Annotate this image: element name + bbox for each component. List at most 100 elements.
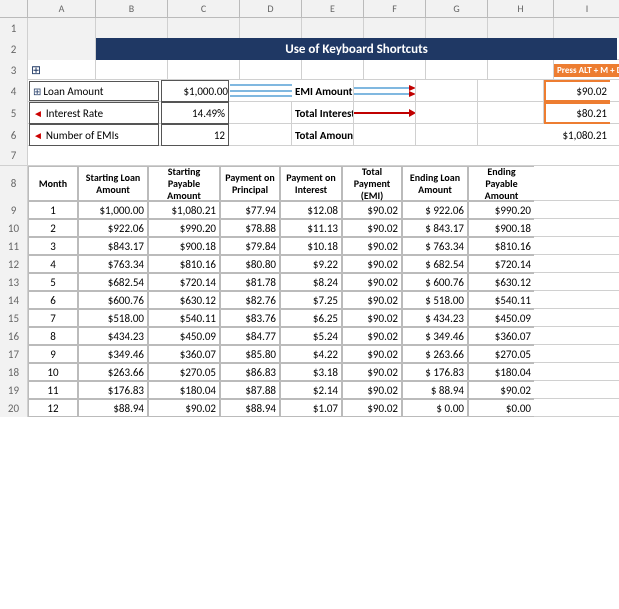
row-num-4: 4 xyxy=(0,80,28,102)
table-row-9: 9 1 $1,000.00 $1,080.21 $77.94 $12.08 $9… xyxy=(0,201,619,219)
cell-e3 xyxy=(302,60,364,80)
row-num-2: 2 xyxy=(0,38,28,60)
cell-pp-12: $80.80 xyxy=(220,255,280,273)
cell-month-9: 1 xyxy=(28,201,78,219)
loan-amount-value-cell[interactable]: $1,000.00 xyxy=(161,80,229,102)
cell-pi-14: $7.25 xyxy=(280,291,342,309)
row-num-7: 7 xyxy=(0,146,28,165)
cell-epa-9: $990.20 xyxy=(468,201,534,219)
cell-ela-19: $ 88.94 xyxy=(402,381,468,399)
cell-sla-19: $176.83 xyxy=(78,381,148,399)
cell-g3 xyxy=(426,60,488,80)
cell-spa-13: $720.14 xyxy=(148,273,220,291)
cell-h5 xyxy=(478,102,544,124)
cell-ela-11: $ 763.34 xyxy=(402,237,468,255)
cell-h3 xyxy=(488,60,554,80)
cell-month-18: 10 xyxy=(28,363,78,381)
cell-i1 xyxy=(554,18,619,38)
interest-rate-label-cell: ◄ Interest Rate xyxy=(29,102,159,124)
total-amount-label: Total Amount Payable xyxy=(292,124,354,146)
cell-month-17: 9 xyxy=(28,345,78,363)
cell-sla-17: $349.46 xyxy=(78,345,148,363)
cell-epa-12: $720.14 xyxy=(468,255,534,273)
arrow-icon-2: ◄ xyxy=(33,129,43,142)
cell-temi-18: $90.02 xyxy=(342,363,402,381)
row-num-17: 17 xyxy=(0,345,28,363)
total-interest-label: Total Interest xyxy=(292,102,354,124)
table-row-10: 10 2 $922.06 $990.20 $78.88 $11.13 $90.0… xyxy=(0,219,619,237)
cell-a3: ⊞ xyxy=(28,60,96,80)
cell-ela-16: $ 349.46 xyxy=(402,327,468,345)
cell-d3 xyxy=(240,60,302,80)
cell-pp-20: $88.94 xyxy=(220,399,280,417)
cell-spa-15: $540.11 xyxy=(148,309,220,327)
cell-b1 xyxy=(96,18,168,38)
cell-temi-19: $90.02 xyxy=(342,381,402,399)
cell-temi-20: $90.02 xyxy=(342,399,402,417)
cell-spa-11: $900.18 xyxy=(148,237,220,255)
cell-spa-16: $450.09 xyxy=(148,327,220,345)
cell-ela-10: $ 843.17 xyxy=(402,219,468,237)
cell-temi-14: $90.02 xyxy=(342,291,402,309)
th-starting-loan-amount: Starting Loan Amount xyxy=(78,166,148,201)
th-ending-payable-amount: Ending Payable Amount xyxy=(468,166,534,201)
cell-h1 xyxy=(488,18,554,38)
col-header-f: F xyxy=(364,0,426,17)
num-emis-value-cell[interactable]: 12 xyxy=(161,124,229,146)
cell-temi-15: $90.02 xyxy=(342,309,402,327)
cell-month-19: 11 xyxy=(28,381,78,399)
loan-amount-label-cell: ⊞ Loan Amount xyxy=(29,81,159,101)
cell-ela-9: $ 922.06 xyxy=(402,201,468,219)
cell-pp-14: $82.76 xyxy=(220,291,280,309)
total-interest-value-cell[interactable]: $80.21 xyxy=(544,102,610,124)
cell-g6 xyxy=(416,124,478,146)
row-num-14: 14 xyxy=(0,291,28,309)
cell-g4 xyxy=(416,80,478,102)
cell-temi-17: $90.02 xyxy=(342,345,402,363)
cell-d4 xyxy=(230,80,292,102)
table-row-16: 16 8 $434.23 $450.09 $84.77 $5.24 $90.02… xyxy=(0,327,619,345)
col-header-i: I xyxy=(554,0,619,17)
row-8-header: 8 Month Starting Loan Amount Starting Pa… xyxy=(0,166,619,201)
cell-spa-19: $180.04 xyxy=(148,381,220,399)
emi-amount-value-cell[interactable]: $90.02 xyxy=(544,80,610,102)
alt-badge: Press ALT + M + D xyxy=(554,64,619,77)
arrow-icon-1: ◄ xyxy=(33,107,43,120)
row-num-12: 12 xyxy=(0,255,28,273)
table-row-15: 15 7 $518.00 $540.11 $83.76 $6.25 $90.02… xyxy=(0,309,619,327)
cell-epa-16: $360.07 xyxy=(468,327,534,345)
col-header-b: B xyxy=(96,0,168,17)
cell-pi-18: $3.18 xyxy=(280,363,342,381)
row-num-6: 6 xyxy=(0,124,28,146)
connecting-lines-1 xyxy=(230,80,292,102)
cell-sla-13: $682.54 xyxy=(78,273,148,291)
cell-a1 xyxy=(28,18,96,38)
cell-epa-17: $270.05 xyxy=(468,345,534,363)
cell-spa-18: $270.05 xyxy=(148,363,220,381)
cell-i3: Press ALT + M + D xyxy=(554,60,619,80)
interest-rate-value-cell[interactable]: 14.49% xyxy=(161,102,229,124)
cell-sla-16: $434.23 xyxy=(78,327,148,345)
cell-d6 xyxy=(230,124,292,146)
col-header-e: E xyxy=(302,0,364,17)
cell-epa-10: $900.18 xyxy=(468,219,534,237)
row-num-20: 20 xyxy=(0,399,28,417)
table-data-section: 9 1 $1,000.00 $1,080.21 $77.94 $12.08 $9… xyxy=(0,201,619,417)
col-header-g: G xyxy=(426,0,488,17)
col-header-d: D xyxy=(240,0,302,17)
cell-h4 xyxy=(478,80,544,102)
cell-spa-14: $630.12 xyxy=(148,291,220,309)
cell-spa-9: $1,080.21 xyxy=(148,201,220,219)
cell-f3 xyxy=(364,60,426,80)
cell-b3 xyxy=(96,60,168,80)
cell-f6 xyxy=(354,124,416,146)
cell-sla-20: $88.94 xyxy=(78,399,148,417)
grid-icon: ⊞ xyxy=(31,63,41,78)
row-num-3: 3 xyxy=(0,60,28,80)
cell-month-15: 7 xyxy=(28,309,78,327)
cell-epa-14: $540.11 xyxy=(468,291,534,309)
th-ending-loan-amount: Ending Loan Amount xyxy=(402,166,468,201)
table-row-12: 12 4 $763.34 $810.16 $80.80 $9.22 $90.02… xyxy=(0,255,619,273)
cell-pi-13: $8.24 xyxy=(280,273,342,291)
cell-temi-11: $90.02 xyxy=(342,237,402,255)
